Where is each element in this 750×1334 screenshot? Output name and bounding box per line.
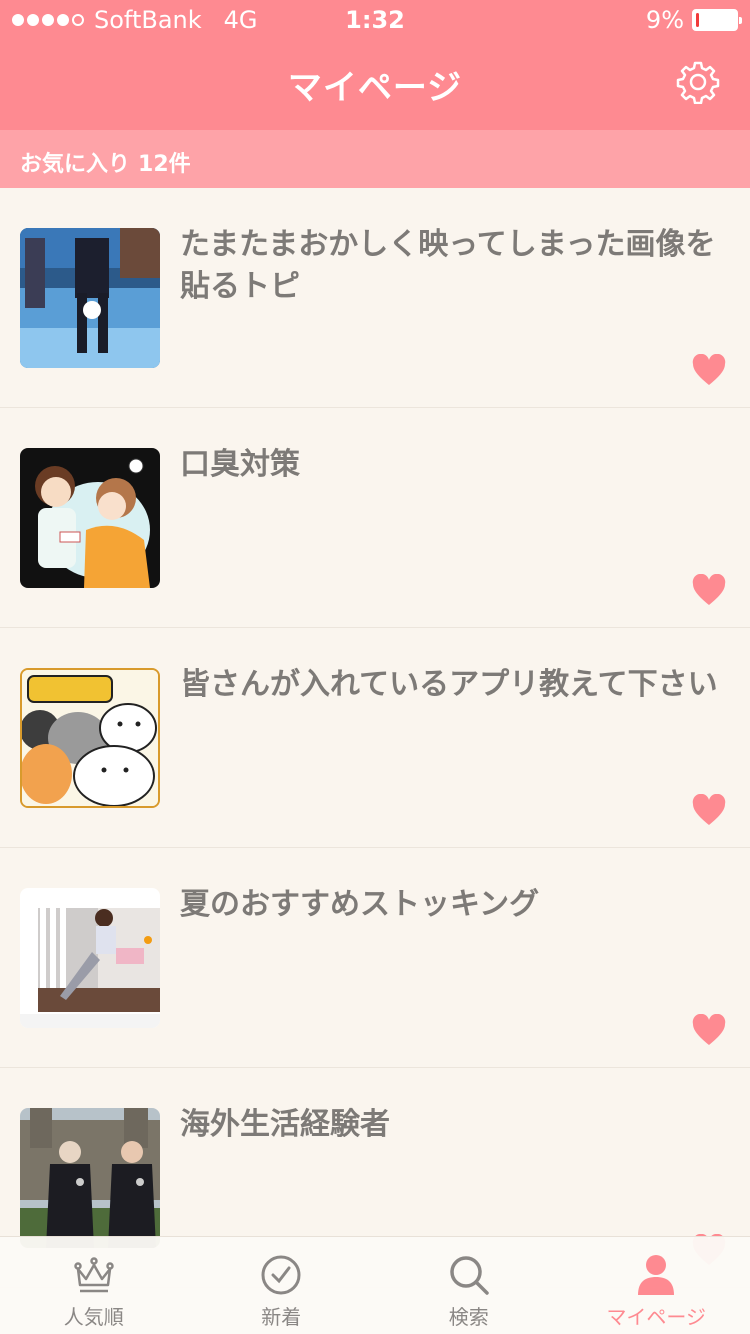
tab-popular[interactable]: 人気順 — [0, 1237, 188, 1334]
search-icon — [450, 1256, 489, 1295]
status-time: 1:32 — [345, 6, 405, 34]
tab-search[interactable]: 検索 — [375, 1237, 563, 1334]
tab-label: 人気順 — [63, 1305, 124, 1329]
item-title: 口臭対策 — [180, 447, 300, 482]
heart-icon[interactable] — [692, 574, 726, 606]
favorites-header: お気に入り 12件 — [0, 130, 750, 188]
tab-bar: 人気順 新着 検索 マイページ — [0, 1236, 750, 1334]
favorites-label: お気に入り — [20, 152, 131, 177]
item-title: 夏のおすすめストッキング — [180, 887, 540, 922]
person-icon — [638, 1255, 675, 1295]
heart-icon[interactable] — [692, 354, 726, 386]
battery-icon — [692, 9, 742, 31]
tab-label: 検索 — [448, 1305, 489, 1329]
item-title: 海外生活経験者 — [180, 1107, 390, 1142]
list-item[interactable]: 口臭対策 — [0, 408, 750, 628]
tab-new[interactable]: 新着 — [188, 1237, 376, 1334]
thumbnail-image — [20, 668, 160, 808]
list-item[interactable]: たまたまおかしく映ってしまった画像を貼るトピ — [0, 188, 750, 408]
page-title: マイページ — [287, 68, 463, 108]
status-bar: SoftBank 4G 1:32 9% — [0, 0, 750, 40]
tab-label: マイページ — [606, 1305, 707, 1329]
list-item[interactable]: 皆さんが入れているアプリ教えて下さい — [0, 628, 750, 848]
list-item[interactable]: 夏のおすすめストッキング — [0, 848, 750, 1068]
thumbnail-image — [20, 888, 160, 1028]
tab-mypage[interactable]: マイページ — [563, 1237, 750, 1334]
gear-icon[interactable] — [676, 60, 720, 104]
heart-icon[interactable] — [692, 1014, 726, 1046]
battery-percent: 9% — [645, 6, 684, 34]
item-title: 皆さんが入れているアプリ教えて下さい — [180, 667, 718, 702]
thumbnail-image — [20, 1108, 160, 1248]
nav-bar: マイページ — [0, 40, 750, 130]
favorites-count: 12件 — [138, 152, 191, 177]
favorites-list: たまたまおかしく映ってしまった画像を貼るトピ 口臭対策 皆さんが入れているアプリ… — [0, 188, 750, 1288]
thumbnail-image — [20, 228, 160, 368]
status-right: 9% — [645, 6, 742, 34]
item-title: たまたまおかしく映ってしまった画像を貼るトピ — [180, 227, 716, 304]
heart-icon[interactable] — [692, 794, 726, 826]
tab-label: 新着 — [261, 1305, 302, 1329]
crown-icon — [74, 1257, 114, 1293]
thumbnail-image — [20, 448, 160, 588]
clock-icon — [261, 1255, 301, 1295]
